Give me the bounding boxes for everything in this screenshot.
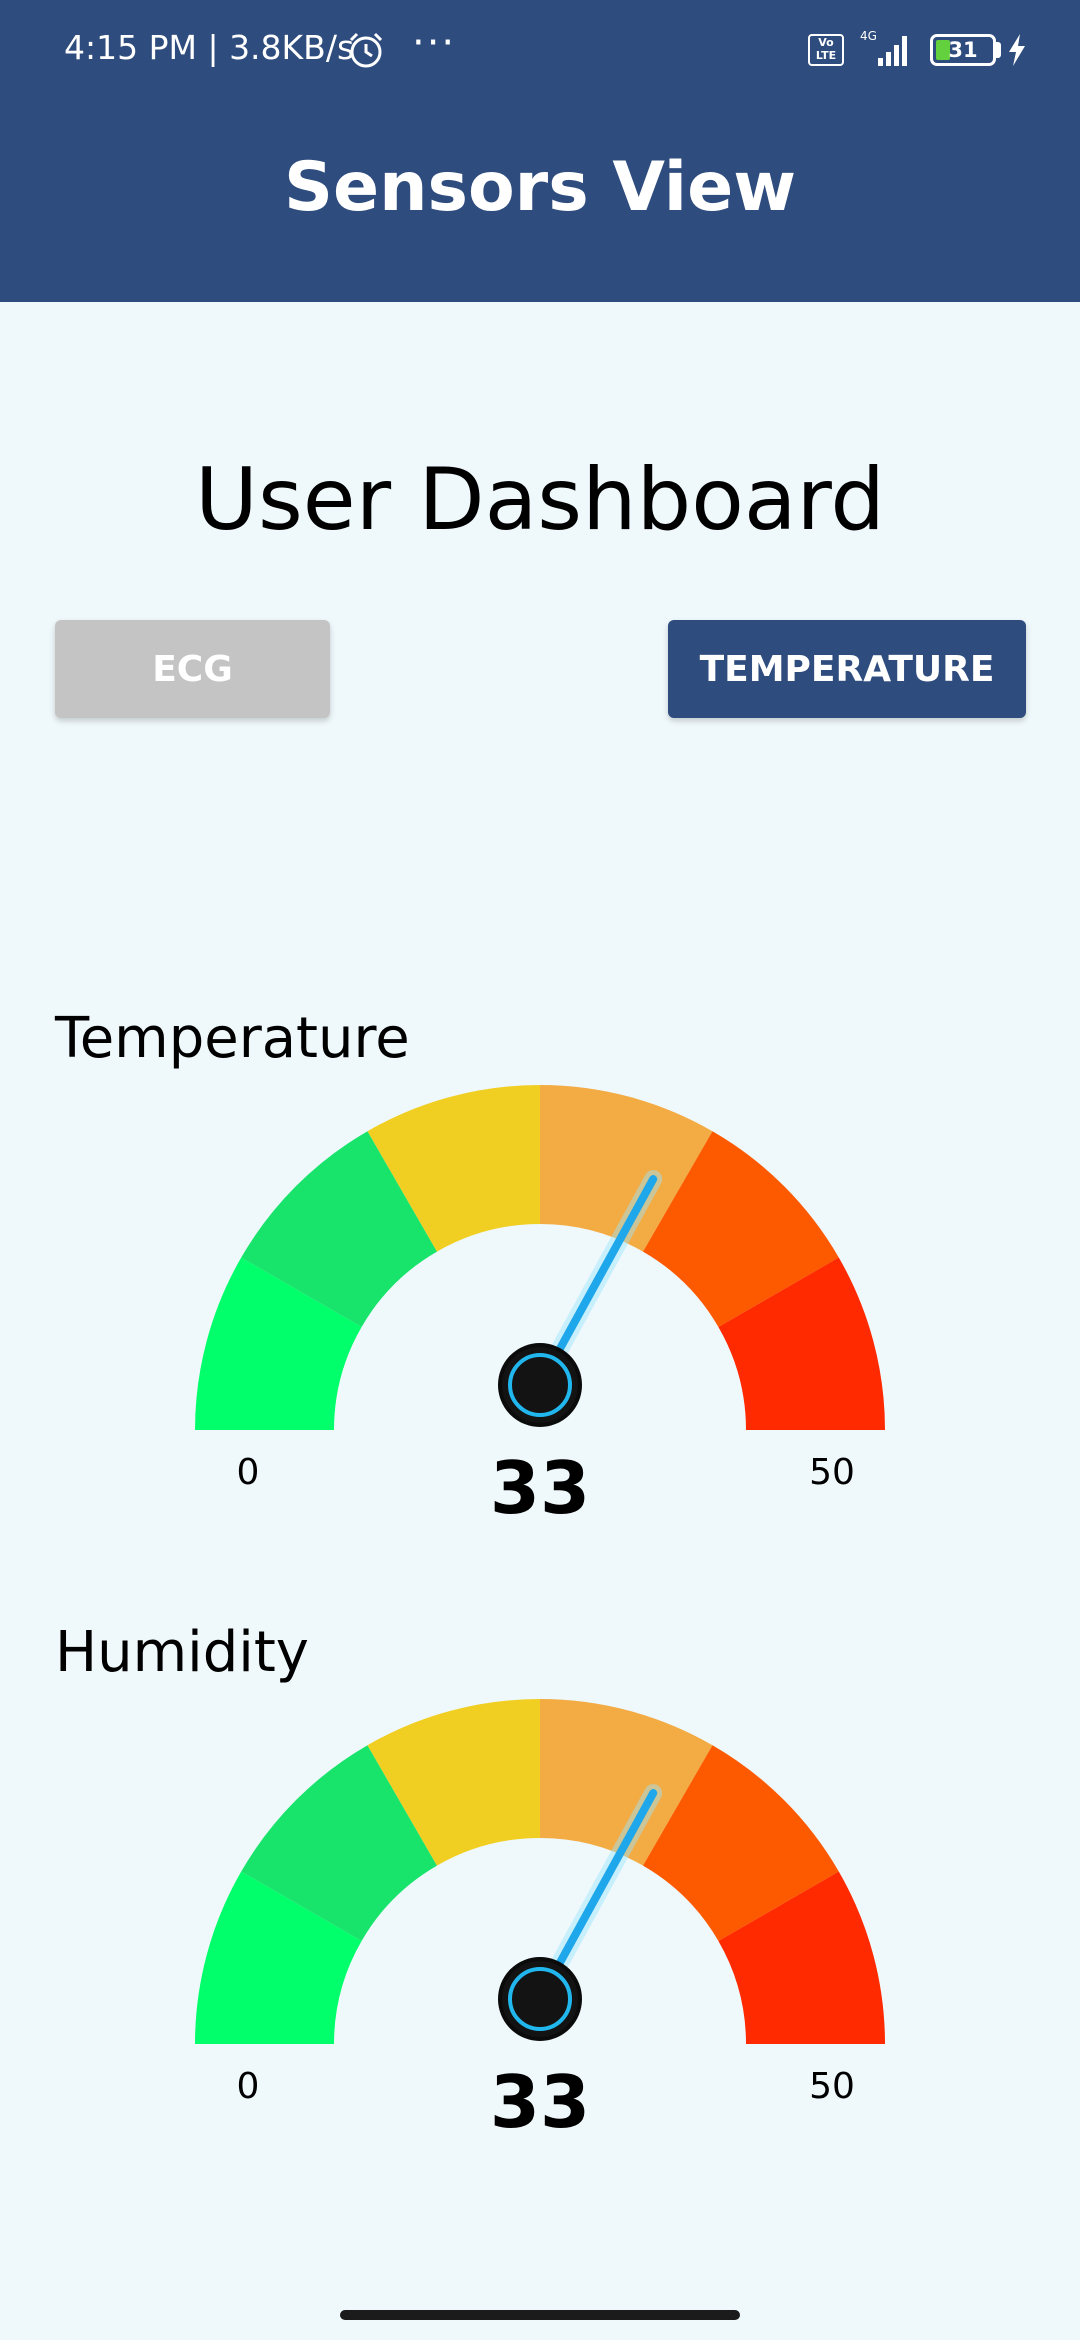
humidity-gauge-label: Humidity [55,1620,309,1685]
status-bar: 4:15 PM | 3.8KB/s ··· Vo LTE 4G 31 [0,0,1080,100]
humidity-gauge-max-label: 50 [809,2066,855,2107]
humidity-gauge-value: 33 [490,2060,590,2144]
battery-tip [996,42,1001,58]
volte-icon: Vo LTE [808,34,844,66]
temperature-gauge-label: Temperature [55,1006,410,1071]
status-more-dots: ··· [412,20,457,66]
temperature-gauge-value: 33 [490,1446,590,1530]
battery-percent: 31 [948,38,978,62]
humidity-gauge-min-label: 0 [237,2066,260,2107]
page-title: User Dashboard [195,450,885,550]
temperature-gauge-max-label: 50 [809,1452,855,1493]
temperature-gauge-min-label: 0 [237,1452,260,1493]
status-time: 4:15 PM | 3.8KB/s [64,28,355,67]
alarm-clock-icon [349,32,383,68]
humidity-gauge: 0 50 33 [195,1699,885,2144]
charging-bolt-icon [1009,34,1025,66]
temperature-gauge: 0 50 33 [195,1085,885,1530]
home-indicator [340,2310,740,2320]
cellular-signal-icon: 4G [860,29,907,66]
network-type-label: 4G [860,29,877,43]
battery-icon: 31 [930,34,996,66]
ecg-button[interactable]: ECG [55,620,330,718]
app-header: 4:15 PM | 3.8KB/s ··· Vo LTE 4G 31 Senso… [0,0,1080,302]
temperature-button[interactable]: TEMPERATURE [668,620,1026,718]
app-title: Sensors View [283,148,797,227]
